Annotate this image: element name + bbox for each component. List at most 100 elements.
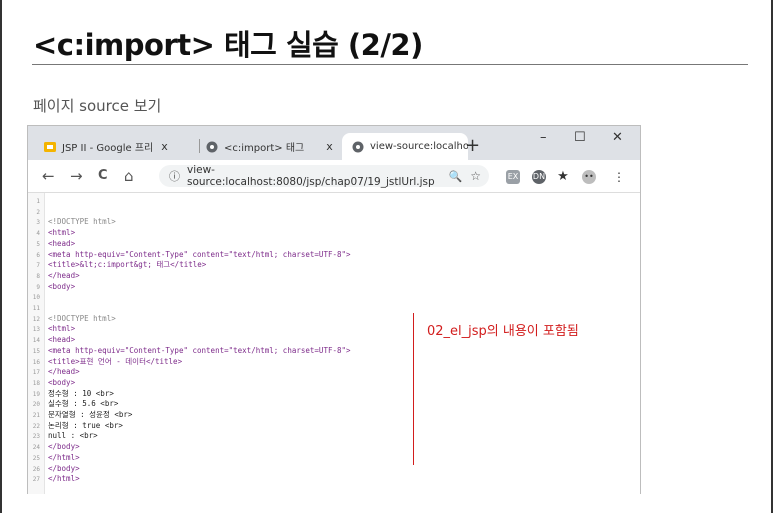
source-line: 6 <meta http-equiv="Content-Type" content…	[28, 249, 351, 259]
tab-label: view-source:localho	[370, 141, 468, 152]
line-code: <meta http-equiv="Content-Type" content=…	[48, 345, 351, 355]
line-number: 14	[32, 337, 40, 345]
source-line: 18 <body>	[28, 377, 76, 387]
line-number: 21	[32, 412, 40, 419]
address-bar[interactable]: ⓘ view-source:localhost:8080/jsp/chap07/…	[159, 164, 489, 188]
tab-import[interactable]: <c:import> 태그 x	[206, 133, 336, 160]
source-line: 12 <!DOCTYPE html>	[28, 313, 116, 323]
left-border	[0, 0, 2, 513]
line-number: 1	[36, 198, 40, 205]
browser-window: JSP II - Google 프리 x <c:import> 태그 x vie…	[27, 125, 641, 494]
globe-icon	[352, 141, 364, 152]
slide-subtitle: 페이지 source 보기	[33, 97, 162, 115]
minimize-button[interactable]: –	[540, 130, 547, 145]
line-number: 23	[32, 433, 40, 441]
source-line: 17 </head>	[28, 367, 80, 377]
puzzle-icon[interactable]: ★	[556, 170, 570, 184]
line-code: 논리형 : true <br>	[48, 420, 123, 430]
line-number: 16	[32, 358, 40, 366]
maximize-button[interactable]: ☐	[574, 130, 586, 145]
zoom-icon[interactable]: 🔍	[449, 170, 463, 183]
tab-slides[interactable]: JSP II - Google 프리 x	[38, 133, 194, 160]
source-line: 1	[28, 197, 48, 205]
source-line: 3 <!DOCTYPE html>	[28, 217, 116, 227]
line-number: 18	[32, 379, 40, 387]
line-code: <html>	[48, 228, 76, 238]
line-code: <html>	[48, 324, 76, 334]
source-line: 27 </html>	[28, 474, 80, 484]
source-line: 14 <head>	[28, 336, 75, 345]
line-code: </body>	[48, 463, 80, 473]
line-number: 9	[36, 283, 40, 291]
line-code: <!DOCTYPE html>	[48, 313, 116, 323]
tab-view-source[interactable]: view-source:localho x	[342, 133, 468, 160]
line-code: null : <br>	[48, 431, 98, 441]
line-number: 13	[32, 326, 40, 334]
line-number: 8	[36, 272, 40, 280]
annotation-text: 02_el_jsp의 내용이 포함됨	[427, 324, 579, 339]
source-line: 24 </body>	[28, 443, 80, 452]
tab-separator	[199, 139, 200, 153]
line-code: </head>	[48, 270, 80, 280]
extension-icon[interactable]: DN	[532, 170, 546, 184]
line-code: </head>	[48, 367, 80, 377]
line-code: <title>표현 언어 - 데이터</title>	[48, 356, 183, 366]
annotation-line	[413, 313, 414, 465]
line-number: 15	[32, 347, 40, 355]
line-code: 실수형 : 5.6 <br>	[48, 399, 119, 409]
bookmark-star-icon[interactable]: ☆	[470, 169, 481, 183]
url-text: view-source:localhost:8080/jsp/chap07/19…	[187, 164, 435, 188]
line-number: 2	[36, 208, 40, 216]
tab-label: JSP II - Google 프리	[62, 143, 154, 154]
new-tab-button[interactable]: +	[465, 135, 480, 156]
globe-icon	[206, 141, 218, 152]
line-number: 27	[32, 476, 40, 484]
source-view: 1 2 3 <!DOCTYPE html> 4 <html> 5 <head> 6 <meta h…	[28, 193, 640, 494]
close-icon[interactable]: x	[161, 140, 168, 153]
line-number: 24	[32, 444, 40, 452]
line-number: 20	[32, 401, 40, 409]
line-code: <head>	[48, 238, 76, 248]
menu-icon[interactable]: ⋮	[612, 170, 626, 184]
source-line: 10	[28, 293, 48, 301]
line-number: 17	[32, 369, 40, 377]
back-button[interactable]: ←	[42, 167, 55, 185]
line-number: 26	[32, 465, 40, 473]
line-code: 정수형 : 10 <br>	[48, 388, 114, 398]
line-number: 7	[36, 262, 40, 270]
source-line: 2	[28, 208, 48, 216]
source-line: 20 실수형 : 5.6 <br>	[28, 399, 119, 409]
profile-avatar[interactable]: ••	[582, 170, 596, 184]
close-window-button[interactable]: ✕	[612, 130, 623, 145]
line-code: <body>	[48, 377, 76, 387]
source-line: 23 null : <br>	[28, 431, 98, 441]
line-number: 5	[36, 240, 40, 248]
source-line: 5 <head>	[28, 238, 76, 248]
browser-toolbar: ← → C ⌂ ⓘ view-source:localhost:8080/jsp…	[28, 160, 640, 193]
source-line: 16 <title>표현 언어 - 데이터</title>	[28, 356, 183, 366]
line-number: 10	[32, 294, 40, 302]
source-line: 22 논리형 : true <br>	[28, 420, 123, 430]
source-line: 9 <body>	[28, 281, 76, 291]
title-divider	[32, 64, 748, 65]
source-line: 13 <html>	[28, 324, 76, 334]
tab-strip: JSP II - Google 프리 x <c:import> 태그 x vie…	[28, 126, 640, 160]
source-line: 26 </body>	[28, 463, 80, 473]
source-line: 11	[28, 304, 48, 312]
info-icon[interactable]: ⓘ	[169, 168, 180, 184]
line-code: </html>	[48, 474, 80, 484]
reload-button[interactable]: C	[98, 168, 108, 183]
forward-button[interactable]: →	[70, 167, 83, 185]
extension-icon[interactable]: EX	[506, 170, 520, 184]
line-code: <body>	[48, 281, 76, 291]
line-number: 19	[32, 390, 40, 398]
source-line: 4 <html>	[28, 228, 76, 238]
line-code: <!DOCTYPE html>	[48, 217, 116, 227]
line-code: <meta http-equiv="Content-Type" content=…	[48, 249, 351, 259]
tab-label: <c:import> 태그	[224, 143, 305, 154]
home-button[interactable]: ⌂	[124, 167, 134, 185]
line-number: 12	[32, 315, 40, 323]
line-number: 11	[32, 305, 40, 312]
close-icon[interactable]: x	[326, 140, 333, 153]
source-line: 25 </html>	[28, 453, 80, 462]
